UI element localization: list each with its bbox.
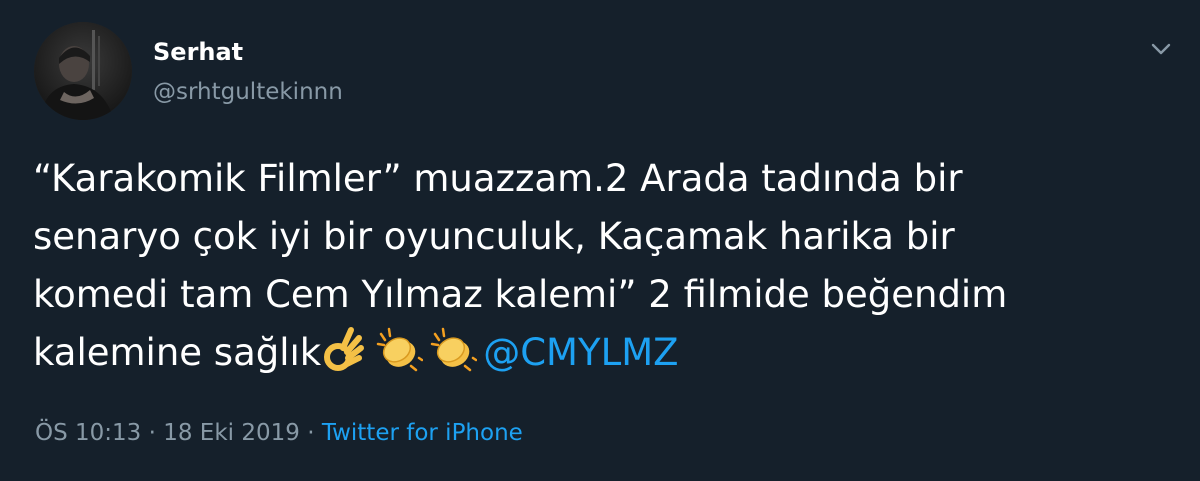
tweet-date[interactable]: 18 Eki 2019 xyxy=(163,420,300,446)
tweet-time[interactable]: ÖS 10:13 xyxy=(35,420,141,446)
clapping-hands-icon xyxy=(429,326,478,374)
tweet-text-line: komedi tam Cem Yılmaz kalemi” 2 filmide … xyxy=(33,273,1008,316)
author-name[interactable]: Serhat xyxy=(153,37,243,67)
ok-hand-icon xyxy=(321,326,369,374)
tweet-text-line-4: kalemine sağlık @CMYLMZ xyxy=(33,324,1173,382)
mention-link[interactable]: @CMYLMZ xyxy=(483,331,678,374)
chevron-down-icon[interactable] xyxy=(1146,34,1176,64)
tweet-text: “Karakomik Filmler” muazzam.2 Arada tadı… xyxy=(33,150,1173,382)
meta-separator: · xyxy=(141,420,164,446)
avatar[interactable] xyxy=(34,22,132,120)
author-handle[interactable]: @srhtgultekinnn xyxy=(153,78,343,106)
tweet-text-line: “Karakomik Filmler” muazzam.2 Arada tadı… xyxy=(33,157,963,200)
meta-separator: · xyxy=(299,420,322,446)
clapping-hands-icon xyxy=(375,326,424,374)
avatar-photo xyxy=(34,22,132,120)
tweet-text-fragment: kalemine sağlık xyxy=(33,331,322,374)
tweet-text-line: senaryo çok iyi bir oyunculuk, Kaçamak h… xyxy=(33,215,955,258)
tweet-source-link[interactable]: Twitter for iPhone xyxy=(322,420,523,446)
tweet-card[interactable]: Serhat @srhtgultekinnn “Karakomik Filmle… xyxy=(0,0,1200,481)
tweet-meta: ÖS 10:13 · 18 Eki 2019 · Twitter for iPh… xyxy=(35,418,523,448)
